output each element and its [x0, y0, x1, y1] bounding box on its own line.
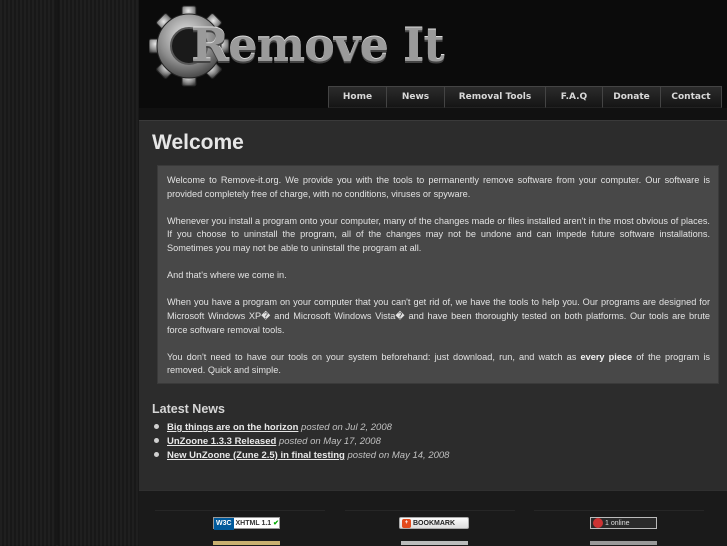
main-nav: Home News Removal Tools F.A.Q Donate Con…	[328, 86, 722, 108]
nav-faq[interactable]: F.A.Q	[545, 86, 603, 108]
checkmark-icon: ✔	[273, 520, 279, 527]
intro-paragraph: When you have a program on your computer…	[167, 297, 710, 335]
bookmark-badge[interactable]: + BOOKMARK	[399, 517, 469, 529]
online-counter-badge[interactable]: 1 online	[590, 517, 657, 529]
w3c-label: W3C	[214, 518, 234, 530]
intro-paragraph: Welcome to Remove-it.org. We provide you…	[167, 175, 710, 199]
nav-contact[interactable]: Contact	[660, 86, 722, 108]
welcome-box: Welcome to Remove-it.org. We provide you…	[157, 165, 719, 384]
news-date: posted on May 17, 2008	[276, 436, 381, 447]
bullet-icon	[154, 452, 159, 458]
news-link[interactable]: Big things are on the horizon	[167, 422, 298, 433]
content-area: Welcome Welcome to Remove-it.org. We pro…	[139, 120, 727, 491]
news-list: Big things are on the horizon posted on …	[153, 421, 449, 463]
left-background	[0, 0, 139, 545]
online-icon	[593, 518, 603, 528]
xhtml-label: XHTML 1.1	[235, 520, 272, 527]
xhtml-validator-badge[interactable]: W3C XHTML 1.1 ✔	[213, 517, 280, 530]
news-date: posted on May 14, 2008	[344, 450, 450, 461]
news-link[interactable]: New UnZoone (Zune 2.5) in final testing	[167, 450, 345, 461]
nav-donate[interactable]: Donate	[602, 86, 661, 108]
logo-text: Remove It	[191, 18, 445, 72]
header: Remove It Home News Removal Tools F.A.Q …	[139, 0, 727, 108]
footer-badge-partial	[401, 541, 468, 545]
footer-badge-partial	[213, 541, 280, 545]
news-heading: Latest News	[152, 402, 225, 416]
news-link[interactable]: UnZoone 1.3.3 Released	[167, 436, 276, 447]
main-column: Remove It Home News Removal Tools F.A.Q …	[139, 0, 727, 546]
intro-emphasis: every piece	[580, 351, 633, 362]
intro-text: You don't need to have our tools on your…	[167, 351, 581, 362]
online-label: 1 online	[605, 520, 630, 527]
news-item: New UnZoone (Zune 2.5) in final testing …	[153, 449, 449, 463]
share-icon: +	[402, 519, 411, 528]
page-title: Welcome	[152, 131, 244, 154]
nav-removal-tools[interactable]: Removal Tools	[444, 86, 546, 108]
nav-news[interactable]: News	[386, 86, 445, 108]
bullet-icon	[154, 424, 159, 430]
nav-home[interactable]: Home	[328, 86, 387, 108]
intro-paragraph: And that's where we come in.	[167, 270, 287, 281]
news-item: UnZoone 1.3.3 Released posted on May 17,…	[153, 435, 449, 449]
intro-paragraph: Whenever you install a program onto your…	[167, 215, 710, 253]
site-logo[interactable]: Remove It	[149, 4, 479, 88]
intro-paragraph: You don't need to have our tools on your…	[167, 351, 710, 378]
news-date: posted on Jul 2, 2008	[298, 422, 392, 433]
footer-badge-partial	[590, 541, 657, 545]
bookmark-label: BOOKMARK	[413, 520, 455, 527]
bullet-icon	[154, 438, 159, 444]
news-item: Big things are on the horizon posted on …	[153, 421, 449, 435]
